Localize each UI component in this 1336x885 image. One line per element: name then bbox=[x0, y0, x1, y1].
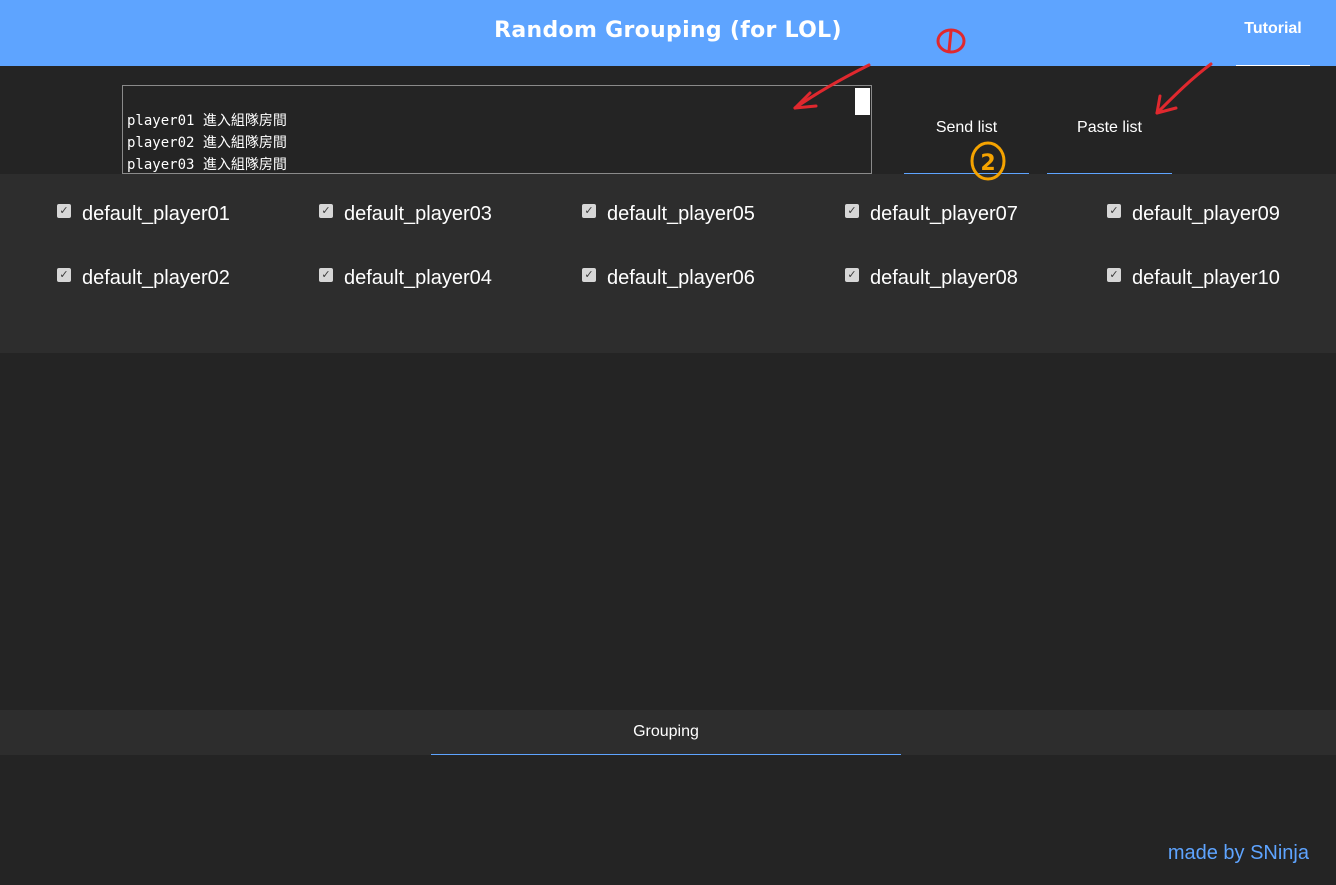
player-checkbox[interactable]: ✓ bbox=[57, 268, 71, 282]
player-item-04[interactable]: ✓ default_player04 bbox=[319, 266, 492, 290]
player-panel: ✓ default_player01 ✓ default_player02 ✓ … bbox=[0, 174, 1336, 353]
textarea-scrollbar[interactable] bbox=[855, 88, 870, 115]
paste-list-button[interactable]: Paste list bbox=[1047, 86, 1172, 174]
player-name: default_player08 bbox=[870, 266, 1018, 289]
player-name: default_player03 bbox=[344, 202, 492, 225]
player-name: default_player02 bbox=[82, 266, 230, 289]
player-item-03[interactable]: ✓ default_player03 bbox=[319, 202, 492, 226]
player-checkbox[interactable]: ✓ bbox=[57, 204, 71, 218]
player-item-08[interactable]: ✓ default_player08 bbox=[845, 266, 1018, 290]
player-checkbox[interactable]: ✓ bbox=[845, 268, 859, 282]
player-item-05[interactable]: ✓ default_player05 bbox=[582, 202, 755, 226]
player-item-06[interactable]: ✓ default_player06 bbox=[582, 266, 755, 290]
footer-credit: made by SNinja bbox=[1167, 842, 1309, 864]
player-checkbox[interactable]: ✓ bbox=[845, 204, 859, 218]
player-checkbox[interactable]: ✓ bbox=[319, 268, 333, 282]
player-checkbox[interactable]: ✓ bbox=[1107, 268, 1121, 282]
grouping-button[interactable]: Grouping bbox=[431, 710, 901, 755]
player-item-02[interactable]: ✓ default_player02 bbox=[57, 266, 230, 290]
page: Random Grouping (for LOL) Tutorial playe… bbox=[0, 0, 1336, 885]
player-list-text: player01 進入組隊房間 player02 進入組隊房間 player03… bbox=[127, 113, 287, 173]
player-item-09[interactable]: ✓ default_player09 bbox=[1107, 202, 1280, 226]
player-name: default_player05 bbox=[607, 202, 755, 225]
player-checkbox[interactable]: ✓ bbox=[582, 268, 596, 282]
send-list-button[interactable]: Send list bbox=[904, 86, 1029, 174]
player-item-07[interactable]: ✓ default_player07 bbox=[845, 202, 1018, 226]
header-bar: Random Grouping (for LOL) Tutorial bbox=[0, 0, 1336, 66]
tutorial-button[interactable]: Tutorial bbox=[1236, 0, 1310, 66]
player-checkbox[interactable]: ✓ bbox=[319, 204, 333, 218]
player-name: default_player07 bbox=[870, 202, 1018, 225]
player-name: default_player06 bbox=[607, 266, 755, 289]
player-list-textarea[interactable]: player01 進入組隊房間 player02 進入組隊房間 player03… bbox=[122, 85, 872, 174]
player-name: default_player04 bbox=[344, 266, 492, 289]
player-checkbox[interactable]: ✓ bbox=[582, 204, 596, 218]
page-title: Random Grouping (for LOL) bbox=[494, 18, 842, 43]
player-checkbox[interactable]: ✓ bbox=[1107, 204, 1121, 218]
grouping-bar: Grouping bbox=[0, 710, 1336, 755]
player-name: default_player10 bbox=[1132, 266, 1280, 289]
player-name: default_player01 bbox=[82, 202, 230, 225]
player-item-01[interactable]: ✓ default_player01 bbox=[57, 202, 230, 226]
player-item-10[interactable]: ✓ default_player10 bbox=[1107, 266, 1280, 290]
player-name: default_player09 bbox=[1132, 202, 1280, 225]
